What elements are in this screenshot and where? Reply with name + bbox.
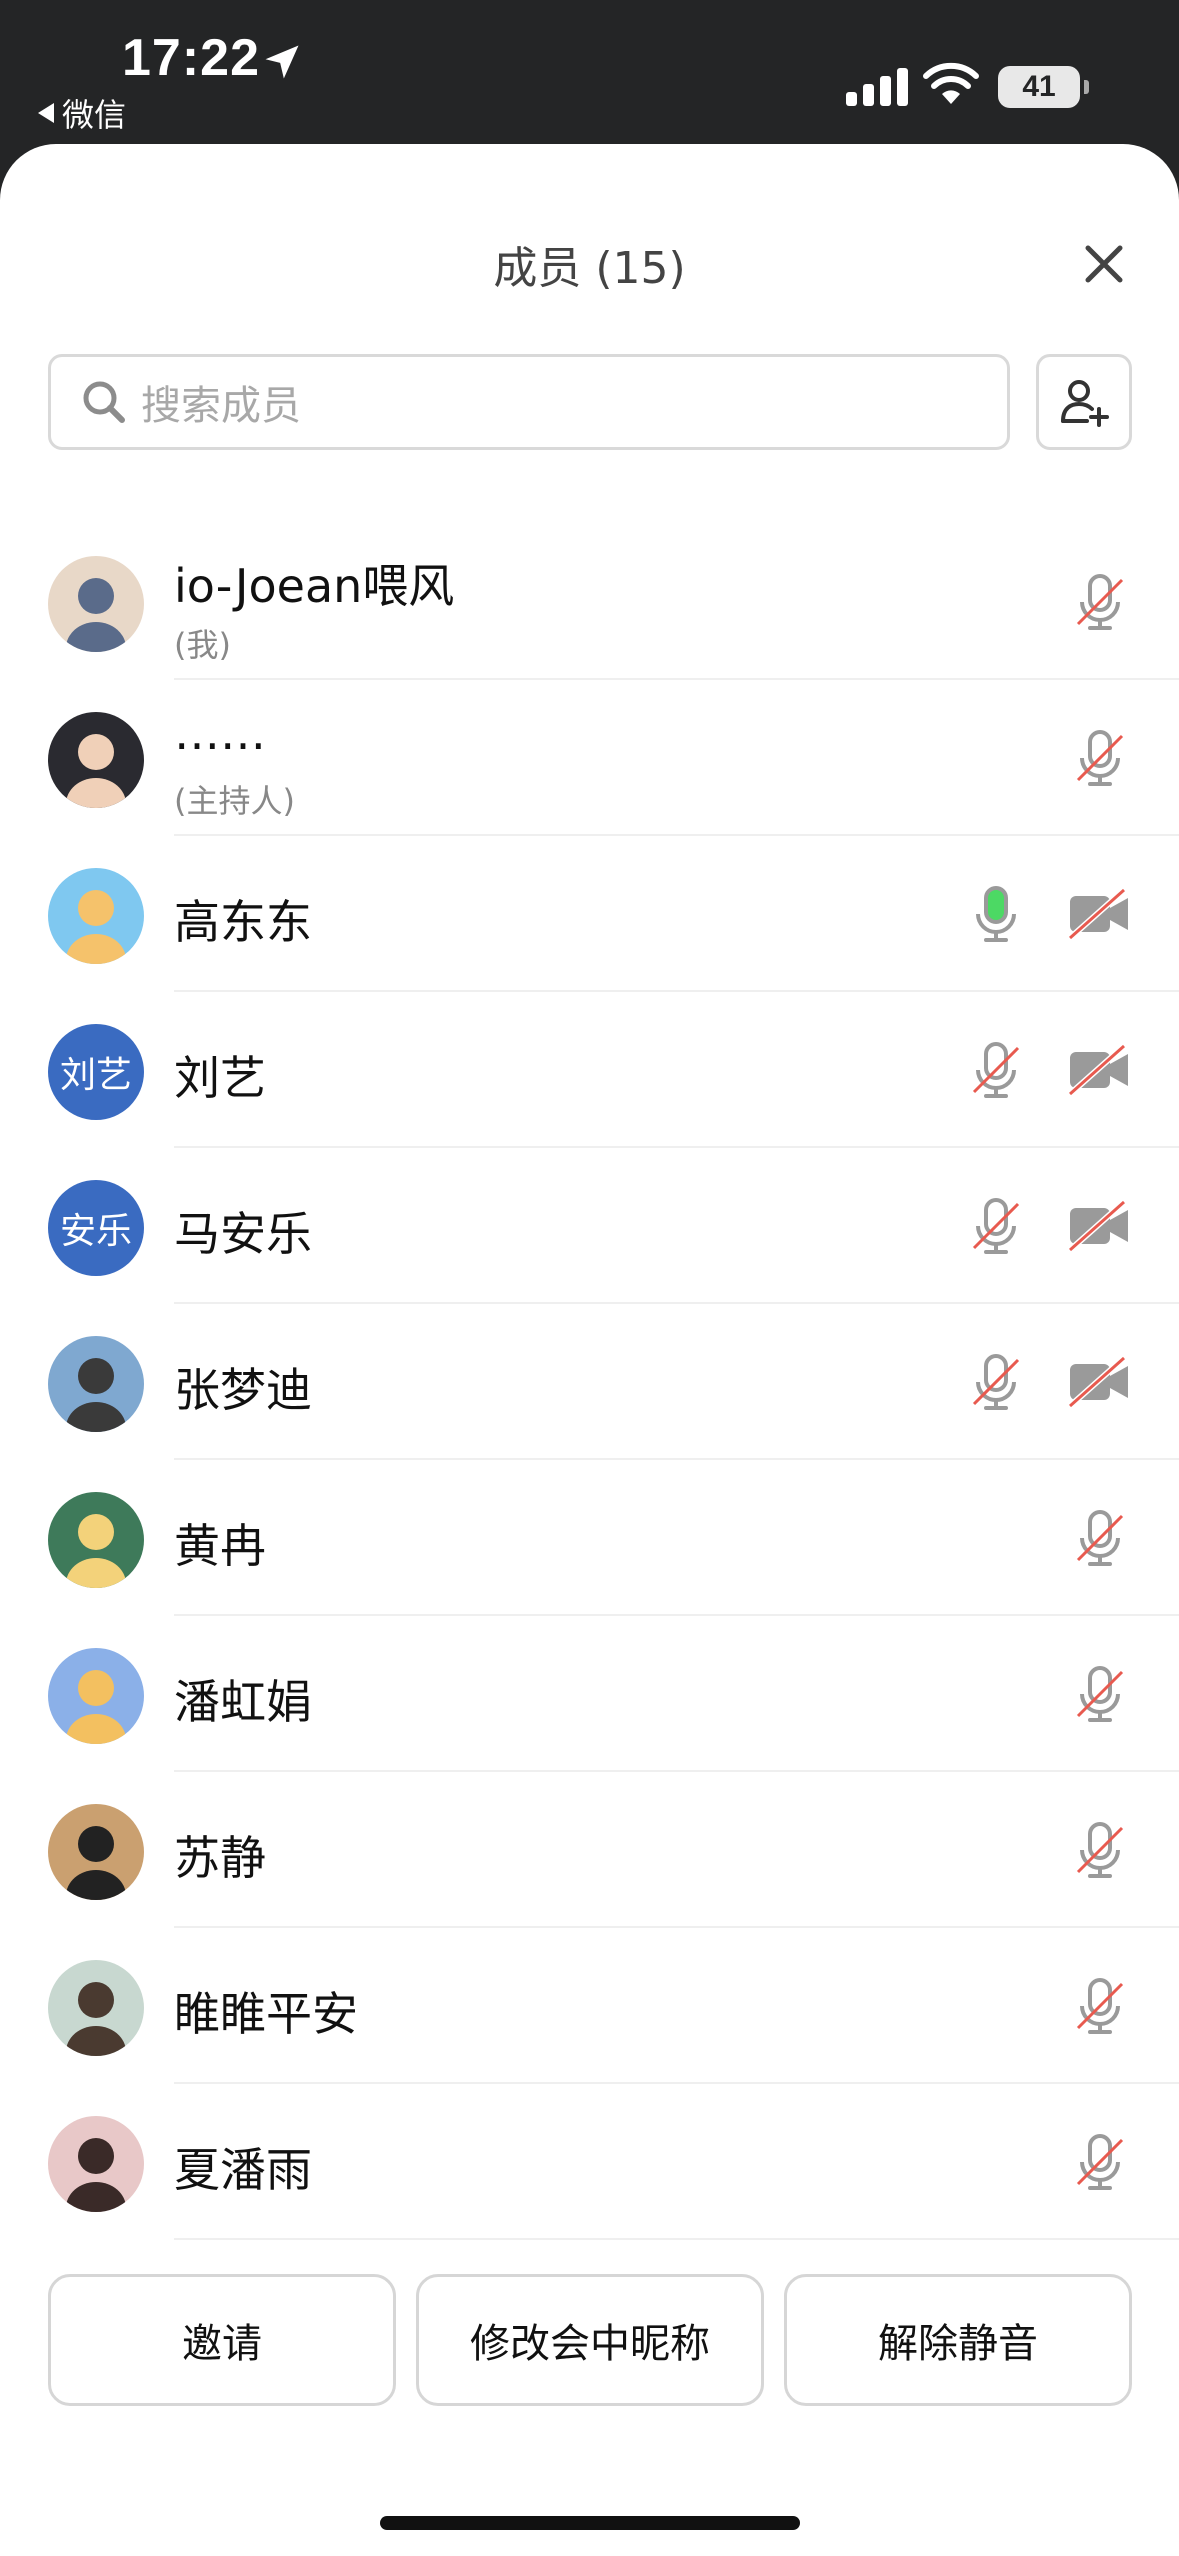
search-placeholder: 搜索成员 <box>141 383 301 429</box>
member-role: (主持人) <box>174 782 295 820</box>
avatar: 安乐 <box>48 1180 144 1276</box>
microphone-muted-icon[interactable] <box>1068 1506 1132 1570</box>
search-icon <box>83 381 125 423</box>
microphone-muted-icon[interactable] <box>964 1038 1028 1102</box>
member-name: 夏潘雨 <box>174 2143 312 2197</box>
member-list: io-Joean喂风 (我)…… (主持人) 高东东 刘艺 刘艺 安乐 马安乐 张梦迪 黄冉 潘虹娟… <box>0 524 1179 2404</box>
status-bar: 17:22 微信 41 <box>0 0 1179 150</box>
home-indicator <box>380 2516 800 2530</box>
member-name: 马安乐 <box>174 1207 312 1261</box>
member-name: 潘虹娟 <box>174 1675 312 1729</box>
member-row[interactable]: 刘艺 刘艺 <box>0 992 1179 1148</box>
member-row[interactable]: 苏静 <box>0 1772 1179 1928</box>
member-row[interactable]: 夏潘雨 <box>0 2084 1179 2240</box>
add-person-icon <box>1061 380 1109 427</box>
action-bar: 邀请 修改会中昵称 解除静音 <box>0 2262 1179 2412</box>
member-row[interactable]: 潘虹娟 <box>0 1616 1179 1772</box>
microphone-muted-icon[interactable] <box>1068 2130 1132 2194</box>
back-to-app-link[interactable]: 微信 <box>38 90 126 136</box>
microphone-muted-icon[interactable] <box>1068 1974 1132 2038</box>
wifi-icon <box>923 62 979 104</box>
camera-off-icon[interactable] <box>1066 1354 1134 1410</box>
member-row[interactable]: 安乐 马安乐 <box>0 1148 1179 1304</box>
close-icon[interactable] <box>1076 236 1132 292</box>
member-row[interactable]: 黄冉 <box>0 1460 1179 1616</box>
search-input[interactable]: 搜索成员 <box>48 354 1010 450</box>
microphone-muted-icon[interactable] <box>964 1350 1028 1414</box>
avatar <box>48 556 144 652</box>
member-name: 睢睢平安 <box>174 1987 358 2041</box>
avatar <box>48 1492 144 1588</box>
member-role: (我) <box>174 626 231 664</box>
member-row[interactable]: io-Joean喂风 (我) <box>0 524 1179 680</box>
avatar <box>48 1960 144 2056</box>
member-row[interactable]: 张梦迪 <box>0 1304 1179 1460</box>
members-sheet: 成员 (15) 搜索成员 io-Joean喂风 (我) …… (主持人) 高东东刘艺 刘艺… <box>0 144 1179 2556</box>
avatar <box>48 1336 144 1432</box>
microphone-muted-icon[interactable] <box>1068 1662 1132 1726</box>
member-row[interactable]: 睢睢平安 <box>0 1928 1179 2084</box>
camera-off-icon[interactable] <box>1066 1198 1134 1254</box>
avatar: 刘艺 <box>48 1024 144 1120</box>
avatar <box>48 2116 144 2212</box>
status-time: 17:22 <box>122 29 260 87</box>
avatar <box>48 1648 144 1744</box>
battery-indicator: 41 <box>998 66 1089 108</box>
rename-nickname-button[interactable]: 修改会中昵称 <box>416 2274 764 2406</box>
add-member-button[interactable] <box>1036 354 1132 450</box>
avatar <box>48 1804 144 1900</box>
camera-off-icon[interactable] <box>1066 1042 1134 1098</box>
avatar <box>48 868 144 964</box>
member-row[interactable]: 高东东 <box>0 836 1179 992</box>
member-row[interactable]: …… (主持人) <box>0 680 1179 836</box>
cellular-signal-icon <box>846 66 908 106</box>
microphone-muted-icon[interactable] <box>964 1194 1028 1258</box>
member-name: …… <box>174 706 266 760</box>
member-name: 张梦迪 <box>174 1363 312 1417</box>
microphone-active-icon[interactable] <box>964 882 1028 946</box>
member-name: 高东东 <box>174 895 312 949</box>
microphone-muted-icon[interactable] <box>1068 570 1132 634</box>
microphone-muted-icon[interactable] <box>1068 726 1132 790</box>
avatar <box>48 712 144 808</box>
unmute-button[interactable]: 解除静音 <box>784 2274 1132 2406</box>
camera-off-icon[interactable] <box>1066 886 1134 942</box>
member-name: 黄冉 <box>174 1519 266 1573</box>
back-arrow-icon <box>38 103 54 123</box>
member-name: 苏静 <box>174 1831 266 1885</box>
microphone-muted-icon[interactable] <box>1068 1818 1132 1882</box>
back-app-label: 微信 <box>62 96 127 134</box>
member-name: io-Joean喂风 <box>174 559 455 613</box>
invite-button[interactable]: 邀请 <box>48 2274 396 2406</box>
member-name: 刘艺 <box>174 1051 266 1105</box>
location-arrow-icon <box>265 45 299 79</box>
page-title: 成员 (15) <box>493 243 686 294</box>
